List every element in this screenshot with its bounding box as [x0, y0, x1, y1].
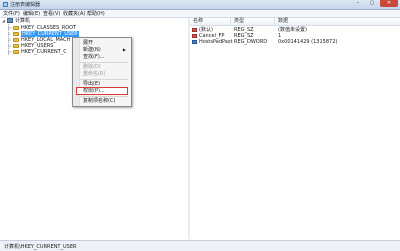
- minimize-button[interactable]: –: [352, 0, 364, 7]
- menu-view[interactable]: 查看(V): [43, 11, 60, 17]
- tree-node-label: HKEY_CURRENT_C: [21, 49, 67, 55]
- dword-value-icon: [192, 40, 197, 44]
- values-column-header: 名称 类型 数据: [190, 18, 400, 26]
- menu-file[interactable]: 文件(F): [3, 11, 20, 17]
- column-name-header[interactable]: 名称: [193, 19, 203, 24]
- context-menu-label: 查找(F)...: [83, 54, 105, 60]
- context-menu-label: 导出(E): [83, 81, 101, 87]
- values-list-pane[interactable]: 名称 类型 数据 (默认) REG_SZ (数值未设置) Cancel_FP R…: [190, 18, 400, 239]
- menu-bar: 文件(F) 编辑(E) 查看(V) 收藏夹(A) 帮助(H): [0, 10, 400, 18]
- status-path: 计算机\HKEY_CURRENT_USER: [4, 244, 77, 250]
- column-type-header[interactable]: 类型: [234, 19, 244, 24]
- expand-arrow-icon[interactable]: ▷: [8, 49, 11, 55]
- menu-edit[interactable]: 编辑(E): [23, 11, 40, 17]
- tree-node-label: 计算机: [15, 18, 31, 24]
- computer-icon: [7, 18, 13, 23]
- context-menu-new[interactable]: 新建(N) ▶: [77, 47, 127, 53]
- string-value-icon: [192, 28, 197, 32]
- value-data: 0x00141429 (1315872): [278, 39, 338, 45]
- window-title: 注册表编辑器: [10, 2, 41, 8]
- context-menu-label: 复制项名称(C): [83, 98, 116, 104]
- context-menu-copy-key-name[interactable]: 复制项名称(C): [77, 98, 127, 104]
- tree-node-hkey-current-config[interactable]: ▷ HKEY_CURRENT_C: [8, 49, 78, 55]
- title-bar[interactable]: 注册表编辑器 – ▢ ✕: [0, 0, 400, 10]
- context-menu-label: 新建(N): [83, 47, 101, 53]
- value-type: REG_DWORD: [234, 39, 268, 45]
- context-menu-rename[interactable]: 重命名(R): [77, 71, 127, 77]
- column-data-header[interactable]: 数据: [278, 19, 288, 24]
- context-menu-permissions[interactable]: 权限(P)...: [76, 87, 128, 95]
- string-value-icon: [192, 34, 197, 38]
- folder-icon: [13, 44, 19, 48]
- context-menu-find[interactable]: 查找(F)...: [77, 54, 127, 60]
- context-menu-label: 重命名(R): [83, 71, 106, 77]
- folder-icon: [13, 50, 19, 54]
- regedit-app-icon: [3, 2, 8, 7]
- folder-icon: [13, 38, 19, 42]
- folder-icon: [13, 26, 19, 30]
- context-menu-export[interactable]: 导出(E): [77, 81, 127, 87]
- status-bar: 计算机\HKEY_CURRENT_USER: [0, 240, 400, 251]
- menu-help[interactable]: 帮助(H): [87, 11, 105, 17]
- context-menu-label: 权限(P)...: [83, 88, 105, 94]
- maximize-button[interactable]: ▢: [366, 0, 378, 7]
- context-menu-separator: [80, 96, 128, 97]
- value-row[interactable]: HostsPadPast REG_DWORD 0x00141429 (13158…: [190, 39, 400, 45]
- context-menu: 展开 新建(N) ▶ 查找(F)... 删除(D) 重命名(R) 导出(E) 权…: [72, 37, 132, 107]
- context-menu-expand[interactable]: 展开: [77, 40, 127, 46]
- context-menu-label: 删除(D): [83, 64, 101, 70]
- value-name: HostsPadPast: [199, 39, 233, 45]
- column-divider[interactable]: [274, 18, 275, 25]
- folder-icon: [13, 32, 19, 36]
- submenu-arrow-icon: ▶: [122, 47, 126, 52]
- menu-favorites[interactable]: 收藏夹(A): [63, 11, 85, 17]
- regedit-window: 注册表编辑器 – ▢ ✕ 文件(F) 编辑(E) 查看(V) 收藏夹(A) 帮助…: [0, 0, 400, 251]
- context-menu-separator: [80, 79, 128, 80]
- column-divider[interactable]: [230, 18, 231, 25]
- context-menu-delete[interactable]: 删除(D): [77, 64, 127, 70]
- close-button[interactable]: ✕: [380, 0, 398, 7]
- collapse-arrow-icon[interactable]: ◢: [2, 18, 5, 24]
- tree-node-computer[interactable]: ◢ 计算机: [2, 18, 62, 24]
- context-menu-separator: [80, 62, 128, 63]
- context-menu-label: 展开: [83, 40, 94, 46]
